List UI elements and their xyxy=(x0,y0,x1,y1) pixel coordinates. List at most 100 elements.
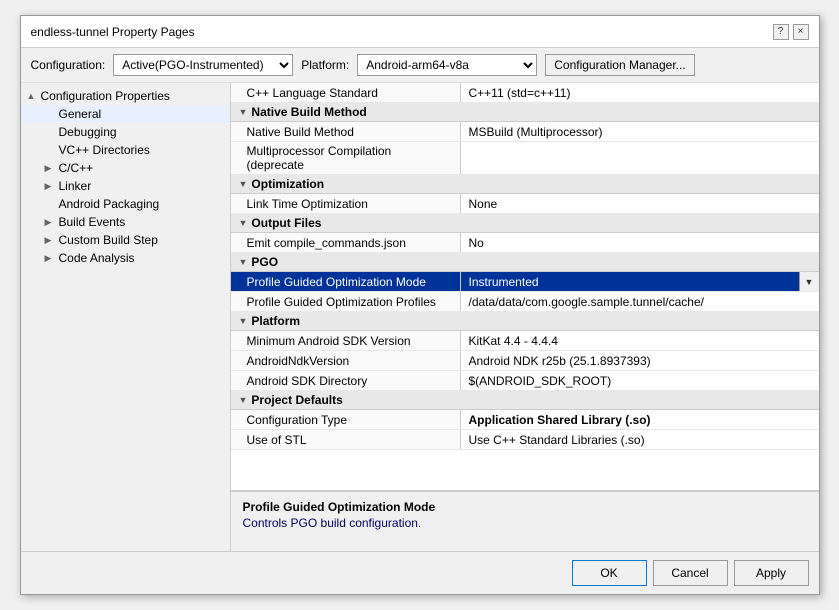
prop-value[interactable]: C++11 (std=c++11) xyxy=(461,83,819,102)
prop-value[interactable] xyxy=(461,142,819,174)
prop-value-min-sdk[interactable]: KitKat 4.4 - 4.4.4 xyxy=(461,331,819,350)
prop-name-config-type: Configuration Type xyxy=(231,410,461,429)
arrow-config-props: ▲ xyxy=(27,91,39,101)
table-row: AndroidNdkVersion Android NDK r25b (25.1… xyxy=(231,351,819,371)
sidebar-label-code-analysis: Code Analysis xyxy=(59,251,135,265)
section-output-files[interactable]: ▼ Output Files xyxy=(231,214,819,233)
arrow-custom-build: ▶ xyxy=(45,235,57,246)
section-toggle-pgo: ▼ xyxy=(239,257,248,267)
prop-value[interactable]: No xyxy=(461,233,819,252)
sidebar-label-debugging: Debugging xyxy=(59,125,117,139)
prop-name: Multiprocessor Compilation (deprecate xyxy=(231,142,461,174)
section-toggle-output-files: ▼ xyxy=(239,218,248,228)
title-bar-buttons: ? × xyxy=(773,24,809,40)
table-row: Multiprocessor Compilation (deprecate xyxy=(231,142,819,175)
sidebar: ▲ Configuration Properties General Debug… xyxy=(21,83,231,551)
section-label-output-files: Output Files xyxy=(251,216,321,230)
sidebar-label-general: General xyxy=(59,107,102,121)
section-optimization[interactable]: ▼ Optimization xyxy=(231,175,819,194)
cancel-button[interactable]: Cancel xyxy=(653,560,728,586)
section-project-defaults[interactable]: ▼ Project Defaults xyxy=(231,391,819,410)
table-row: Android SDK Directory $(ANDROID_SDK_ROOT… xyxy=(231,371,819,391)
configuration-select[interactable]: Active(PGO-Instrumented) xyxy=(113,54,293,76)
sidebar-item-code-analysis[interactable]: ▶ Code Analysis xyxy=(21,249,230,267)
ok-button[interactable]: OK xyxy=(572,560,647,586)
prop-name-sdk-dir: Android SDK Directory xyxy=(231,371,461,390)
help-button[interactable]: ? xyxy=(773,24,789,40)
table-row: Emit compile_commands.json No xyxy=(231,233,819,253)
prop-value-sdk-dir[interactable]: $(ANDROID_SDK_ROOT) xyxy=(461,371,819,390)
prop-value-pgo-mode[interactable]: Instrumented ▼ xyxy=(461,272,819,291)
section-toggle-platform: ▼ xyxy=(239,316,248,326)
prop-value-pgo-profiles[interactable]: /data/data/com.google.sample.tunnel/cach… xyxy=(461,292,819,311)
sidebar-label-c-cpp: C/C++ xyxy=(59,161,94,175)
prop-value[interactable]: MSBuild (Multiprocessor) xyxy=(461,122,819,141)
platform-select[interactable]: Android-arm64-v8a xyxy=(357,54,537,76)
arrow-build-events: ▶ xyxy=(45,217,57,228)
sidebar-label-custom-build: Custom Build Step xyxy=(59,233,158,247)
prop-name-min-sdk: Minimum Android SDK Version xyxy=(231,331,461,350)
right-panel: C++ Language Standard C++11 (std=c++11) … xyxy=(231,83,819,551)
close-button[interactable]: × xyxy=(793,24,809,40)
property-pages-dialog: endless-tunnel Property Pages ? × Config… xyxy=(20,15,820,595)
main-content: ▲ Configuration Properties General Debug… xyxy=(21,83,819,551)
section-toggle-native-build: ▼ xyxy=(239,107,248,117)
dialog-title: endless-tunnel Property Pages xyxy=(31,25,195,39)
config-manager-button[interactable]: Configuration Manager... xyxy=(545,54,694,76)
prop-name-ndk-ver: AndroidNdkVersion xyxy=(231,351,461,370)
section-native-build[interactable]: ▼ Native Build Method xyxy=(231,103,819,122)
prop-value[interactable]: None xyxy=(461,194,819,213)
section-toggle-project-defaults: ▼ xyxy=(239,395,248,405)
sidebar-item-build-events[interactable]: ▶ Build Events xyxy=(21,213,230,231)
sidebar-item-android-pkg[interactable]: Android Packaging xyxy=(21,195,230,213)
section-label-native-build: Native Build Method xyxy=(251,105,366,119)
section-label-project-defaults: Project Defaults xyxy=(251,393,342,407)
sidebar-item-config-props[interactable]: ▲ Configuration Properties xyxy=(21,87,230,105)
prop-value-stl[interactable]: Use C++ Standard Libraries (.so) xyxy=(461,430,819,449)
sidebar-item-c-cpp[interactable]: ▶ C/C++ xyxy=(21,159,230,177)
info-description: Controls PGO build configuration. xyxy=(243,516,807,530)
info-panel: Profile Guided Optimization Mode Control… xyxy=(231,491,819,551)
info-title: Profile Guided Optimization Mode xyxy=(243,500,807,514)
table-row: Link Time Optimization None xyxy=(231,194,819,214)
prop-name-pgo-profiles: Profile Guided Optimization Profiles xyxy=(231,292,461,311)
sidebar-label-config-props: Configuration Properties xyxy=(41,89,170,103)
section-label-optimization: Optimization xyxy=(251,177,324,191)
arrow-c-cpp: ▶ xyxy=(45,163,57,174)
sidebar-label-linker: Linker xyxy=(59,179,92,193)
apply-button[interactable]: Apply xyxy=(734,560,809,586)
sidebar-item-debugging[interactable]: Debugging xyxy=(21,123,230,141)
prop-name-pgo-mode: Profile Guided Optimization Mode xyxy=(231,272,461,291)
sidebar-item-linker[interactable]: ▶ Linker xyxy=(21,177,230,195)
section-pgo[interactable]: ▼ PGO xyxy=(231,253,819,272)
prop-name: Link Time Optimization xyxy=(231,194,461,213)
sidebar-label-android-pkg: Android Packaging xyxy=(59,197,160,211)
table-row: Native Build Method MSBuild (Multiproces… xyxy=(231,122,819,142)
sidebar-item-vc-dirs[interactable]: VC++ Directories xyxy=(21,141,230,159)
arrow-linker: ▶ xyxy=(45,181,57,192)
table-row: Minimum Android SDK Version KitKat 4.4 -… xyxy=(231,331,819,351)
section-platform[interactable]: ▼ Platform xyxy=(231,312,819,331)
table-row: C++ Language Standard C++11 (std=c++11) xyxy=(231,83,819,103)
table-row: Profile Guided Optimization Profiles /da… xyxy=(231,292,819,312)
section-label-platform: Platform xyxy=(251,314,300,328)
sidebar-item-general[interactable]: General xyxy=(21,105,230,123)
prop-name: C++ Language Standard xyxy=(231,83,461,102)
table-row: Use of STL Use C++ Standard Libraries (.… xyxy=(231,430,819,450)
button-row: OK Cancel Apply xyxy=(21,551,819,594)
properties-table: C++ Language Standard C++11 (std=c++11) … xyxy=(231,83,819,491)
prop-name: Emit compile_commands.json xyxy=(231,233,461,252)
prop-value-config-type[interactable]: Application Shared Library (.so) xyxy=(461,410,819,429)
table-row: Configuration Type Application Shared Li… xyxy=(231,410,819,430)
dropdown-arrow-icon[interactable]: ▼ xyxy=(799,272,819,291)
prop-value-ndk-ver[interactable]: Android NDK r25b (25.1.8937393) xyxy=(461,351,819,370)
config-label: Configuration: xyxy=(31,58,106,72)
arrow-code-analysis: ▶ xyxy=(45,253,57,264)
table-row-highlighted: Profile Guided Optimization Mode Instrum… xyxy=(231,272,819,292)
sidebar-label-build-events: Build Events xyxy=(59,215,126,229)
sidebar-label-vc-dirs: VC++ Directories xyxy=(59,143,150,157)
title-bar: endless-tunnel Property Pages ? × xyxy=(21,16,819,48)
platform-label: Platform: xyxy=(301,58,349,72)
sidebar-item-custom-build[interactable]: ▶ Custom Build Step xyxy=(21,231,230,249)
section-label-pgo: PGO xyxy=(251,255,278,269)
